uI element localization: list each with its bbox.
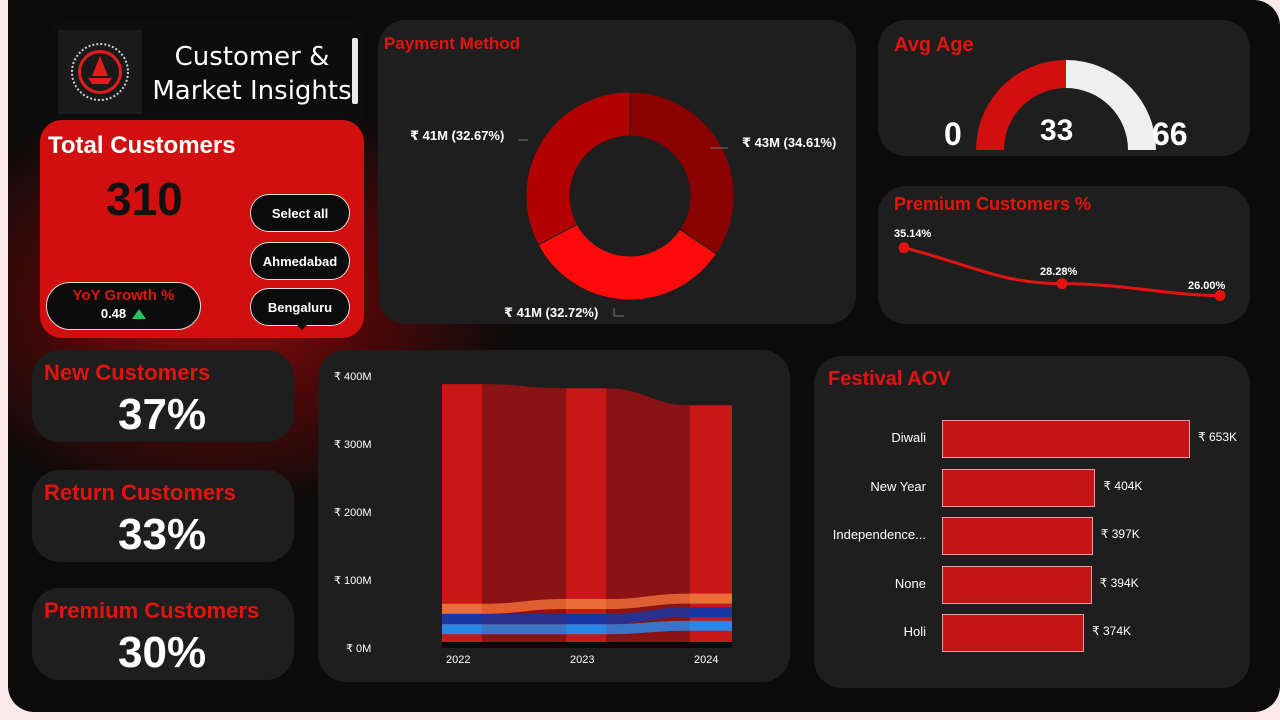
slicer-ahmedabad[interactable]: Ahmedabad: [250, 242, 350, 280]
premium-customers-card: Premium Customers 30%: [32, 588, 294, 680]
donut-slice-2: [525, 91, 631, 246]
brand-header: Customer & Market Insights: [48, 20, 364, 120]
ribbon-band-blue-1: [566, 624, 606, 635]
new-customers-value: 37%: [118, 390, 207, 439]
chevron-down-icon[interactable]: [294, 322, 310, 330]
return-customers-card: Return Customers 33%: [32, 470, 294, 562]
y-tick-0: ₹ 0M: [346, 643, 372, 655]
gauge-min-label: 0: [944, 116, 962, 152]
logo: [58, 30, 142, 114]
aov-value-label: ₹ 394K: [1099, 575, 1139, 590]
x-label-2024: 2024: [694, 654, 719, 666]
premium-pct-line-chart[interactable]: [878, 186, 1250, 324]
yoy-growth-label: YoY Growth %: [72, 287, 175, 304]
revenue-ribbon-chart[interactable]: [318, 350, 790, 682]
premium-pct-label-0: 35.14%: [894, 228, 932, 240]
aov-bar[interactable]: [942, 614, 1085, 652]
payment-label-0: ₹ 43M (34.61%): [742, 135, 837, 150]
aov-bar-row[interactable]: Independence... ₹ 397K: [814, 517, 1250, 557]
x-label-2023: 2023: [570, 654, 595, 666]
boat-logo-icon: [71, 43, 129, 101]
festival-aov-title: Festival AOV: [828, 368, 951, 390]
ribbon-band-navy-0: [442, 614, 482, 624]
festival-aov-card: Festival AOV Diwali ₹ 653K New Year ₹ 404K I…: [814, 356, 1250, 688]
total-customers-card: Total Customers 310 YoY Growth % 0.48 Se…: [40, 120, 364, 338]
ribbon-band-navy-2: [690, 607, 732, 618]
payment-method-card: Payment Method ₹ 43M (34.61%) ₹ 41M (32.…: [378, 20, 856, 324]
aov-category-label: New Year: [870, 478, 926, 494]
payment-label-2: ₹ 41M (32.67%): [410, 128, 505, 143]
y-tick-200: ₹ 200M: [334, 507, 372, 519]
return-customers-value: 33%: [118, 510, 207, 559]
ribbon-flow-navy-0: [482, 614, 566, 624]
y-tick-400: ₹ 400M: [334, 371, 372, 383]
donut-slice-1: [537, 223, 718, 301]
aov-value-label: ₹ 374K: [1092, 624, 1132, 638]
ribbon-band-blue-0: [442, 624, 482, 635]
aov-bar-row[interactable]: Holi ₹ 374K: [814, 614, 1250, 654]
donut-slice-0: [629, 91, 735, 255]
premium-pct-label-2: 26.00%: [1188, 280, 1226, 292]
header-scrollbar[interactable]: [352, 38, 358, 104]
ribbon-band-blue-2: [690, 620, 732, 631]
ribbon-band-orange-0: [442, 603, 482, 614]
aov-bar[interactable]: [942, 420, 1190, 458]
gauge-value-label: 33: [1040, 114, 1074, 147]
premium-pct-point-1: [1056, 278, 1068, 290]
aov-value-label: ₹ 397K: [1100, 527, 1140, 541]
gauge-max-label: 66: [1152, 116, 1188, 152]
aov-bar-row[interactable]: None ₹ 394K: [814, 565, 1250, 606]
aov-bar-row[interactable]: New Year ₹ 404K: [814, 468, 1250, 509]
yoy-growth-card: YoY Growth % 0.48: [46, 282, 201, 330]
aov-bar[interactable]: [942, 565, 1092, 604]
aov-category-label: Holi: [903, 624, 926, 639]
premium-customers-label: Premium Customers: [44, 598, 260, 623]
slicer-bengaluru[interactable]: Bengaluru: [250, 288, 350, 326]
aov-value-label: ₹ 404K: [1103, 478, 1143, 493]
yoy-growth-value-wrap: 0.48: [100, 306, 147, 321]
ribbon-band-orange-1: [566, 599, 606, 610]
premium-pct-label-1: 28.28%: [1040, 266, 1078, 278]
slicer-select-all[interactable]: Select all: [250, 194, 350, 232]
aov-category-label: Independence...: [832, 527, 926, 542]
aov-category-label: None: [894, 575, 926, 591]
aov-bar[interactable]: [942, 468, 1096, 507]
premium-customers-value: 30%: [118, 628, 207, 677]
trend-up-icon: [132, 308, 147, 319]
premium-pct-card: Premium Customers % 35.14% 28.28% 26.00%: [878, 186, 1250, 324]
premium-pct-point-0: [898, 242, 910, 254]
ribbon-flow-blue-0: [482, 624, 566, 635]
gauge-remaining-arc: [1066, 60, 1156, 150]
y-tick-300: ₹ 300M: [334, 439, 372, 451]
y-tick-100: ₹ 100M: [334, 575, 372, 587]
revenue-ribbon-card: ₹ 400M ₹ 300M ₹ 200M ₹ 100M ₹ 0M 2022 20…: [318, 350, 790, 682]
aov-bar-row[interactable]: Diwali ₹ 653K: [814, 420, 1250, 460]
new-customers-label: New Customers: [44, 360, 211, 385]
ribbon-band-orange-2: [690, 593, 732, 604]
total-customers-label: Total Customers: [48, 132, 236, 159]
aov-category-label: Diwali: [891, 430, 926, 445]
payment-label-1: ₹ 41M (32.72%): [504, 305, 599, 320]
page-title: Customer & Market Insights: [152, 42, 352, 106]
new-customers-card: New Customers 37%: [32, 350, 294, 442]
aov-bar[interactable]: [942, 517, 1093, 555]
yoy-growth-value: 0.48: [100, 306, 127, 321]
ribbon-band-navy-1: [566, 614, 606, 624]
total-customers-value: 310: [106, 173, 183, 225]
payment-donut-chart[interactable]: [378, 20, 856, 324]
x-label-2022: 2022: [446, 654, 471, 666]
aov-value-label: ₹ 653K: [1198, 430, 1237, 444]
ribbon-baseline: [442, 642, 732, 648]
dashboard-frame: Customer & Market Insights Total Custome…: [8, 0, 1280, 712]
return-customers-label: Return Customers: [44, 480, 236, 505]
avg-age-card: Avg Age 0 33 66: [878, 20, 1250, 156]
